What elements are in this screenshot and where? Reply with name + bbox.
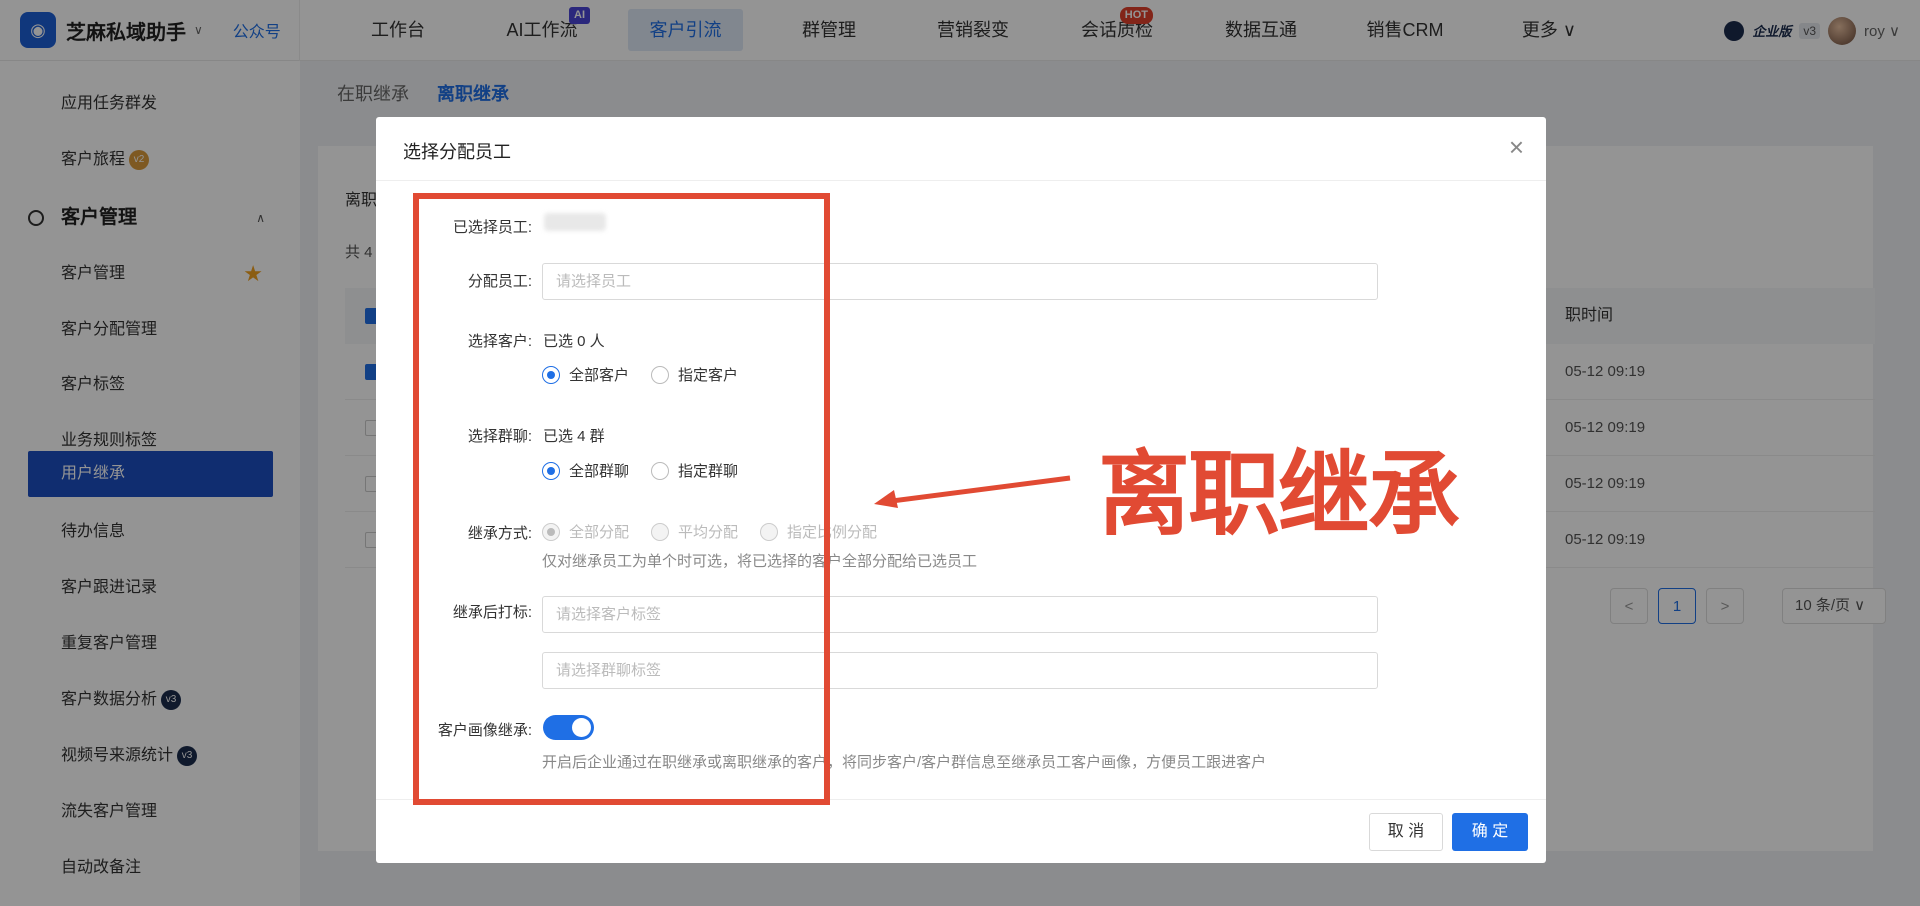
annotation-label: 离职继承: [1098, 441, 1460, 548]
arrow-icon: [874, 475, 1071, 508]
close-icon[interactable]: ×: [1509, 133, 1524, 161]
cancel-button[interactable]: 取 消: [1369, 813, 1443, 851]
dialog-footer: 取 消 确 定: [376, 799, 1546, 863]
confirm-button[interactable]: 确 定: [1452, 813, 1528, 851]
highlight-box: [413, 193, 830, 805]
dialog-title: 选择分配员工: [403, 142, 511, 162]
dialog-header: 选择分配员工 ×: [376, 117, 1546, 181]
